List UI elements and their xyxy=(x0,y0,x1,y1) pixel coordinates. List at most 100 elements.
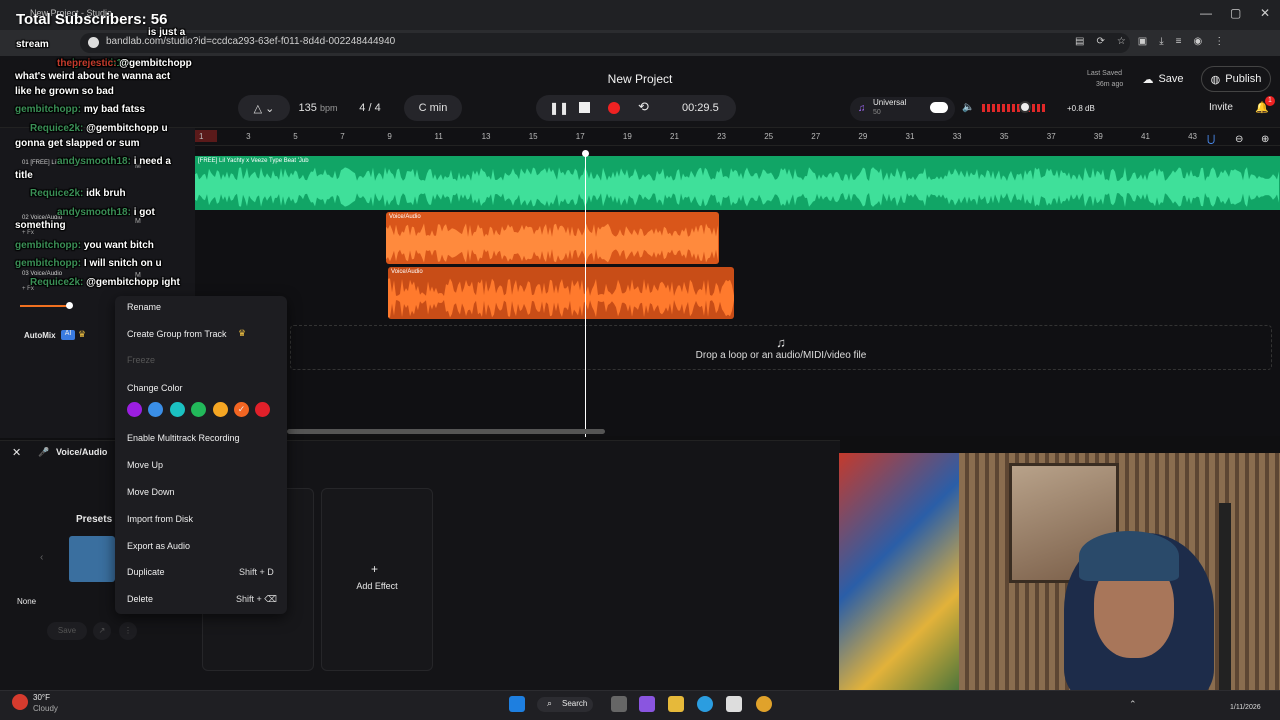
save-button[interactable]: ☁ Save xyxy=(1133,66,1193,92)
time-signature[interactable]: 4 / 4 xyxy=(350,95,390,121)
instrument-icon: ♫ xyxy=(858,103,866,114)
pause-button[interactable]: ❚❚ xyxy=(549,101,569,115)
track-2-mute[interactable]: M xyxy=(135,218,141,225)
bpm-control[interactable]: 135 bpm xyxy=(290,95,346,121)
last-saved-value: 36m ago xyxy=(1096,81,1124,88)
track-2-clip[interactable]: Voice/Audio xyxy=(386,212,719,264)
record-button[interactable] xyxy=(608,102,620,114)
start-icon[interactable] xyxy=(509,696,525,712)
menu-create-group[interactable]: Create Group from Track xyxy=(127,329,227,339)
track-3-clip-label: Voice/Audio xyxy=(391,269,423,275)
metronome-button[interactable]: △ ⌄ xyxy=(238,95,290,121)
browser-toolbar-icons[interactable]: ▤⟳☆▣⤓≡◉⋮ xyxy=(1075,36,1236,47)
preset-save-button[interactable]: Save xyxy=(47,622,87,640)
key-selector[interactable]: C min xyxy=(404,95,462,121)
menu-move-down[interactable]: Move Down xyxy=(127,487,175,497)
copilot-icon[interactable] xyxy=(639,696,655,712)
instrument-toggle[interactable] xyxy=(930,102,948,113)
playhead-handle[interactable] xyxy=(582,150,589,157)
drop-zone-text: Drop a loop or an audio/MIDI/video file xyxy=(695,349,867,361)
cloud-icon: ☁ xyxy=(1142,73,1154,86)
track-1-clip[interactable]: [FREE] Lil Yachty x Veeze Type Beat 'Jub xyxy=(195,156,1280,210)
ruler-tick: 17 xyxy=(575,132,585,141)
weather-icon[interactable] xyxy=(12,694,28,710)
ruler-tick: 43 xyxy=(1188,132,1197,141)
loop-button[interactable]: ⟲ xyxy=(638,99,649,115)
add-effect-card[interactable] xyxy=(321,488,433,671)
chat-text: I will snitch on u xyxy=(83,258,162,269)
zoom-out-icon[interactable]: ⊖ xyxy=(1235,134,1243,145)
invite-button[interactable]: Invite xyxy=(1209,102,1233,113)
chat-message: something xyxy=(15,220,66,231)
preset-thumbnail[interactable] xyxy=(69,536,115,582)
globe-icon: ◍ xyxy=(1210,73,1221,86)
project-title[interactable]: New Project xyxy=(560,72,720,86)
close-panel-icon[interactable]: ✕ xyxy=(12,446,21,459)
store-icon[interactable] xyxy=(726,696,742,712)
task-view-icon[interactable] xyxy=(611,696,627,712)
color-swatch[interactable]: ✓ xyxy=(234,402,249,417)
file-explorer-icon[interactable] xyxy=(668,696,684,712)
maximize-icon[interactable]: ▢ xyxy=(1230,6,1241,20)
preset-prev-icon[interactable]: ‹ xyxy=(40,552,43,563)
volume-slider-handle[interactable] xyxy=(1019,101,1031,113)
minimize-icon[interactable]: — xyxy=(1200,6,1212,20)
plus-icon: + xyxy=(371,562,379,576)
menu-move-up[interactable]: Move Up xyxy=(127,460,163,470)
chat-username: andysmooth18: xyxy=(57,156,131,167)
track-3-volume-slider[interactable] xyxy=(20,305,70,307)
time-display: 00:29.5 xyxy=(682,102,719,114)
automix-label[interactable]: AutoMix xyxy=(24,331,56,340)
ruler-tick: 31 xyxy=(905,132,915,141)
close-window-icon[interactable]: ✕ xyxy=(1260,6,1270,20)
track-1-waveform xyxy=(195,167,1279,207)
chat-message: gembitchopp: you want bitch xyxy=(15,240,154,251)
chat-username: gembitchopp: xyxy=(15,240,82,251)
chat-text: like he grown so bad xyxy=(15,86,114,97)
track-1-clip-label: [FREE] Lil Yachty x Veeze Type Beat 'Jub xyxy=(198,158,309,164)
chat-username: Requice2k: xyxy=(30,123,84,134)
chat-message: andysmooth18: i got xyxy=(57,207,155,218)
tray-chevron-icon[interactable]: ⌃ xyxy=(1129,699,1137,710)
weather-condition: Cloudy xyxy=(33,704,58,713)
chat-text: i got xyxy=(133,207,155,218)
ruler-tick: 27 xyxy=(811,132,821,141)
color-swatch[interactable] xyxy=(169,402,185,417)
zoom-in-icon[interactable]: ⊕ xyxy=(1261,134,1269,145)
playhead[interactable] xyxy=(585,152,586,437)
site-info-icon[interactable] xyxy=(88,37,99,48)
chat-text: gonna get slapped or sum xyxy=(15,138,140,149)
menu-duplicate[interactable]: Duplicate xyxy=(127,567,165,577)
instrument-sub: 50 xyxy=(873,109,881,116)
chrome-icon[interactable] xyxy=(756,696,772,712)
menu-rename[interactable]: Rename xyxy=(127,302,161,312)
weather-temp: 30°F xyxy=(33,693,50,702)
color-swatch[interactable] xyxy=(127,402,142,417)
horizontal-scrollbar[interactable] xyxy=(287,429,605,434)
chat-message: Requice2k: @gembitchopp ight xyxy=(30,277,180,288)
ruler-tick: 23 xyxy=(717,132,726,141)
ruler-tick: 7 xyxy=(340,132,345,141)
drop-zone[interactable]: ♫ Drop a loop or an audio/MIDI/video fil… xyxy=(290,325,1272,370)
chat-text: you want bitch xyxy=(83,240,154,251)
menu-import-disk[interactable]: Import from Disk xyxy=(127,514,193,524)
ruler-tick: 39 xyxy=(1093,132,1103,141)
menu-enable-multitrack[interactable]: Enable Multitrack Recording xyxy=(127,433,240,443)
color-swatch[interactable] xyxy=(212,402,228,417)
preset-value[interactable]: None xyxy=(17,597,36,606)
more-icon[interactable]: ⋮ xyxy=(119,622,137,640)
menu-delete[interactable]: Delete xyxy=(127,594,153,604)
magnet-icon[interactable]: ⋃ xyxy=(1207,134,1215,145)
menu-export-audio[interactable]: Export as Audio xyxy=(127,541,190,551)
publish-button[interactable]: ◍ Publish xyxy=(1201,66,1271,92)
stop-button[interactable] xyxy=(579,102,590,113)
share-icon[interactable]: ↗ xyxy=(93,622,111,640)
speaker-icon[interactable]: 🔈 xyxy=(962,102,974,113)
chat-message: Requice2k: @gembitchopp u xyxy=(30,123,168,134)
chat-username: theprejestic: xyxy=(57,58,117,69)
chat-text: i need a xyxy=(133,156,171,167)
track-3-volume-handle[interactable] xyxy=(66,302,73,309)
edge-icon[interactable] xyxy=(697,696,713,712)
track-3-clip[interactable]: Voice/Audio xyxy=(388,267,734,319)
menu-freeze: Freeze xyxy=(127,355,156,365)
